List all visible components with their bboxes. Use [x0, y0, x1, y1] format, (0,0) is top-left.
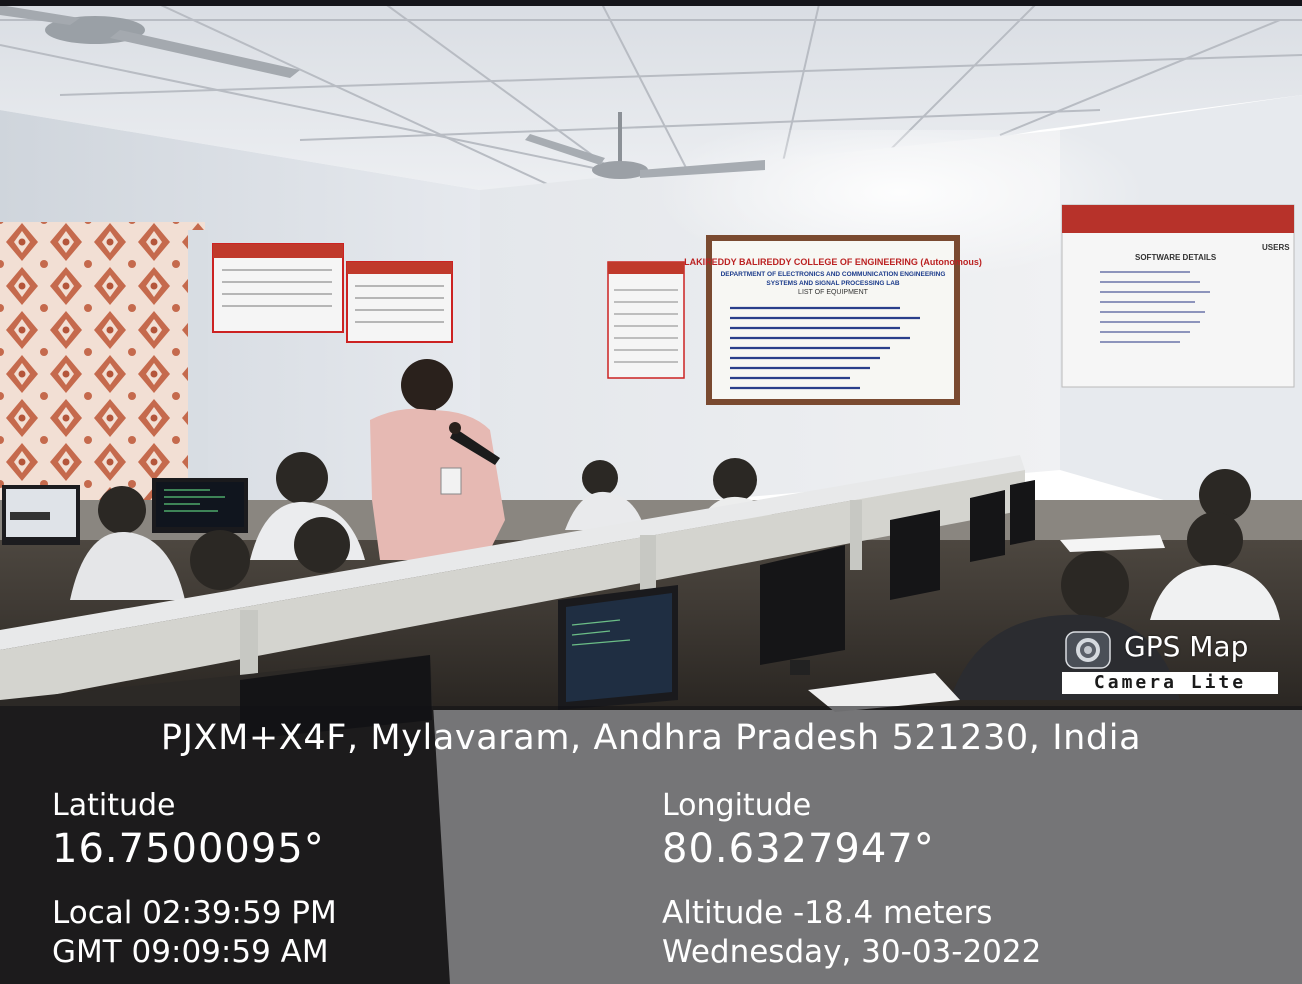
longitude-label: Longitude [662, 788, 812, 823]
board-subtitle: DEPARTMENT OF ELECTRONICS AND COMMUNICAT… [721, 271, 946, 278]
board-title: LAKIREDDY BALIREDDY COLLEGE OF ENGINEERI… [684, 257, 982, 267]
gmt-time: GMT 09:09:59 AM [52, 934, 329, 970]
latitude-label: Latitude [52, 788, 176, 823]
back-wall-notice [607, 261, 685, 379]
monitor-front-1 [558, 585, 678, 710]
watermark-title: GPS Map [1124, 630, 1249, 663]
location-address: PJXM+X4F, Mylavaram, Andhra Pradesh 5212… [160, 718, 1142, 758]
gps-map-camera-watermark: GPS Map Camera Lite [1062, 628, 1280, 694]
capture-date: Wednesday, 30-03-2022 [662, 934, 1042, 970]
local-time: Local 02:39:59 PM [52, 895, 337, 931]
top-border [0, 0, 1302, 6]
software-heading: SOFTWARE DETAILS [1135, 253, 1217, 262]
curtain [0, 222, 205, 512]
software-board: SOFTWARE DETAILS USERS [1061, 204, 1295, 388]
camera-lens-icon [1065, 631, 1111, 669]
altitude: Altitude -18.4 meters [662, 895, 993, 931]
monitor-left-2 [152, 478, 248, 533]
equipment-board: LAKIREDDY BALIREDDY COLLEGE OF ENGINEERI… [684, 235, 982, 405]
longitude-value: 80.6327947° [662, 826, 935, 872]
users-heading: USERS [1262, 243, 1290, 252]
monitor-left [2, 485, 80, 545]
board-list: LIST OF EQUIPMENT [798, 289, 869, 296]
watermark-subtitle: Camera Lite [1062, 672, 1278, 694]
latitude-value: 16.7500095° [52, 826, 325, 872]
board-lab: SYSTEMS AND SIGNAL PROCESSING LAB [766, 280, 900, 287]
